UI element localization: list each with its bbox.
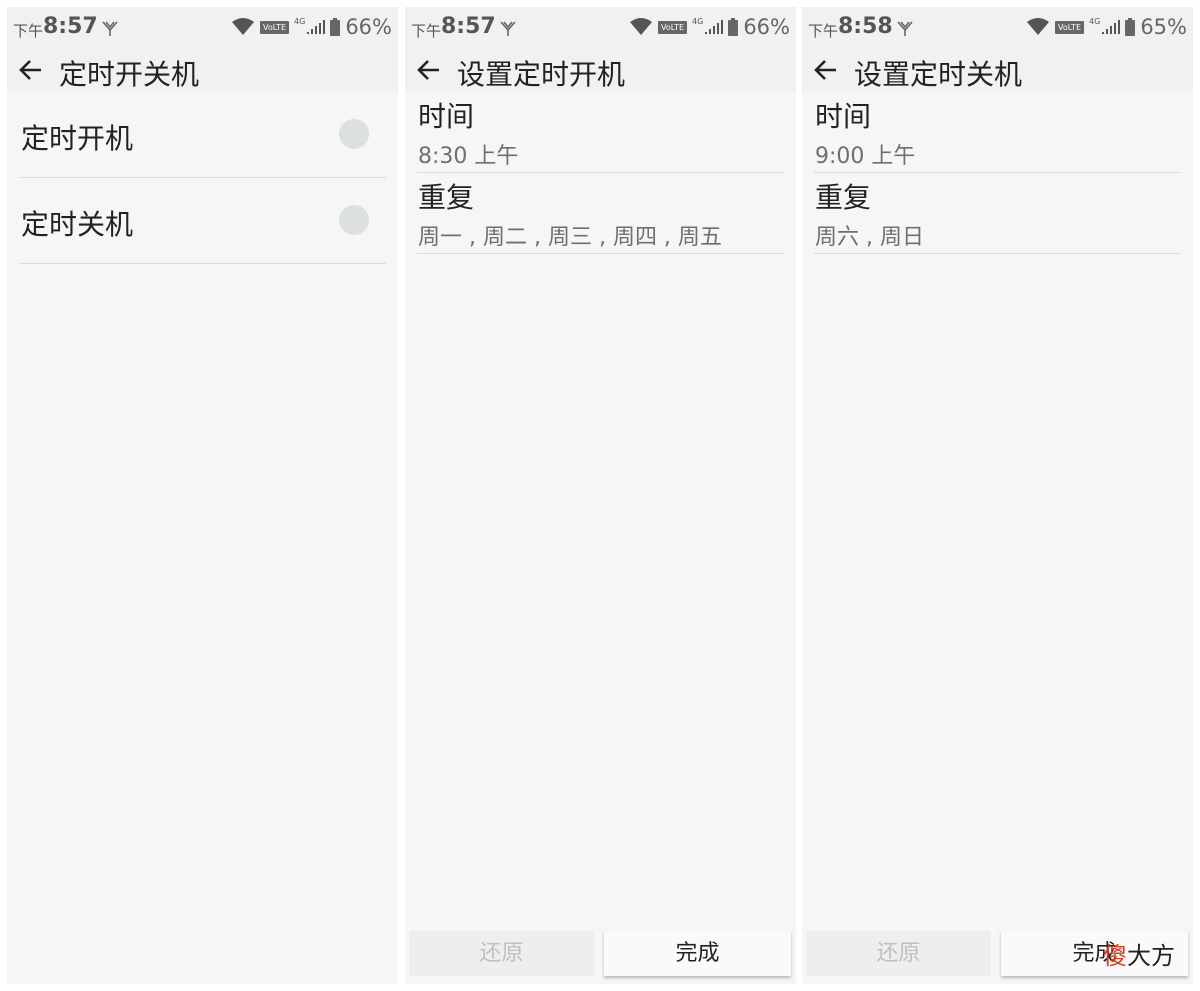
volte-icon: VoLTE (259, 20, 290, 34)
wifi-icon (231, 18, 254, 35)
wifi-icon (1026, 18, 1049, 35)
page-title: 设置定时关机 (854, 58, 1023, 91)
back-arrow-icon[interactable] (415, 57, 441, 83)
power-off-toggle[interactable] (339, 205, 369, 235)
time-title: 时间 (815, 100, 872, 133)
network-type: 4G (692, 16, 704, 26)
status-ampm: 下午 (808, 22, 839, 40)
status-icons: VoLTE 4G 66% (231, 7, 392, 47)
repeat-preference[interactable]: 重复 周一 , 周二 , 周三 , 周四 , 周五 (417, 173, 784, 254)
volte-icon: VoLTE (657, 20, 688, 34)
status-icons: VoLTE 4G 66% (629, 7, 790, 47)
status-time: 8:57 (441, 14, 496, 39)
wifi-icon (629, 18, 652, 35)
battery-percent: 66% (743, 15, 790, 39)
status-bar: 下午 8:57 VoLTE 4G 66% (405, 7, 796, 47)
repeat-value: 周六 , 周日 (815, 225, 924, 250)
time-value: 9:00 上午 (815, 144, 916, 169)
signal-icon (1102, 20, 1121, 34)
volte-icon: VoLTE (1054, 20, 1085, 34)
notification-icon (897, 21, 913, 36)
watermark: 傻大方 (1103, 936, 1175, 971)
repeat-preference[interactable]: 重复 周六 , 周日 (814, 173, 1181, 254)
notification-icon (102, 21, 118, 36)
time-preference[interactable]: 时间 8:30 上午 (417, 92, 784, 173)
screen-set-power-off: 下午 8:58 VoLTE 4G 65% 设置定时关机 时间 9:00 上午 重… (802, 7, 1193, 984)
switch-row-scheduled-power-off[interactable]: 定时关机 (19, 178, 386, 264)
time-preference[interactable]: 时间 9:00 上午 (814, 92, 1181, 173)
status-icons: VoLTE 4G 65% (1026, 7, 1187, 47)
page-title: 定时开关机 (59, 58, 200, 91)
battery-icon (330, 18, 341, 36)
switch-row-scheduled-power-on[interactable]: 定时开机 (19, 92, 386, 178)
battery-percent: 66% (345, 15, 392, 39)
battery-icon (1125, 18, 1136, 36)
status-ampm: 下午 (411, 22, 442, 40)
notification-icon (500, 21, 516, 36)
back-arrow-icon[interactable] (812, 57, 838, 83)
network-type: 4G (1089, 16, 1101, 26)
app-bar: 设置定时开机 (405, 47, 796, 92)
repeat-value: 周一 , 周二 , 周三 , 周四 , 周五 (418, 225, 722, 250)
time-title: 时间 (418, 100, 475, 133)
switch-label: 定时关机 (21, 208, 134, 241)
network-type: 4G (294, 16, 306, 26)
screen-set-power-on: 下午 8:57 VoLTE 4G 66% 设置定时开机 时间 8:30 上午 重… (405, 7, 796, 984)
watermark-red-char: 傻 (1103, 942, 1127, 970)
reset-button[interactable]: 还原 (806, 931, 991, 976)
app-bar: 设置定时关机 (802, 47, 1193, 92)
power-on-toggle[interactable] (339, 119, 369, 149)
app-bar: 定时开关机 (7, 47, 398, 92)
time-value: 8:30 上午 (418, 144, 519, 169)
done-button[interactable]: 完成 (604, 931, 791, 976)
repeat-title: 重复 (815, 181, 872, 214)
switch-label: 定时开机 (21, 122, 134, 155)
battery-icon (728, 18, 739, 36)
status-time: 8:57 (43, 14, 98, 39)
repeat-title: 重复 (418, 181, 475, 214)
status-bar: 下午 8:58 VoLTE 4G 65% (802, 7, 1193, 47)
battery-percent: 65% (1140, 15, 1187, 39)
status-ampm: 下午 (13, 22, 44, 40)
reset-button[interactable]: 还原 (409, 931, 594, 976)
status-time: 8:58 (838, 14, 893, 39)
status-bar: 下午 8:57 VoLTE 4G 66% (7, 7, 398, 47)
back-arrow-icon[interactable] (17, 57, 43, 83)
signal-icon (705, 20, 724, 34)
page-title: 设置定时开机 (457, 58, 626, 91)
screen-timer-power-onoff: 下午 8:57 VoLTE 4G 66% 定时开关机 定时开机 定时关机 (7, 7, 398, 984)
signal-icon (307, 20, 326, 34)
watermark-text: 大方 (1127, 942, 1175, 970)
